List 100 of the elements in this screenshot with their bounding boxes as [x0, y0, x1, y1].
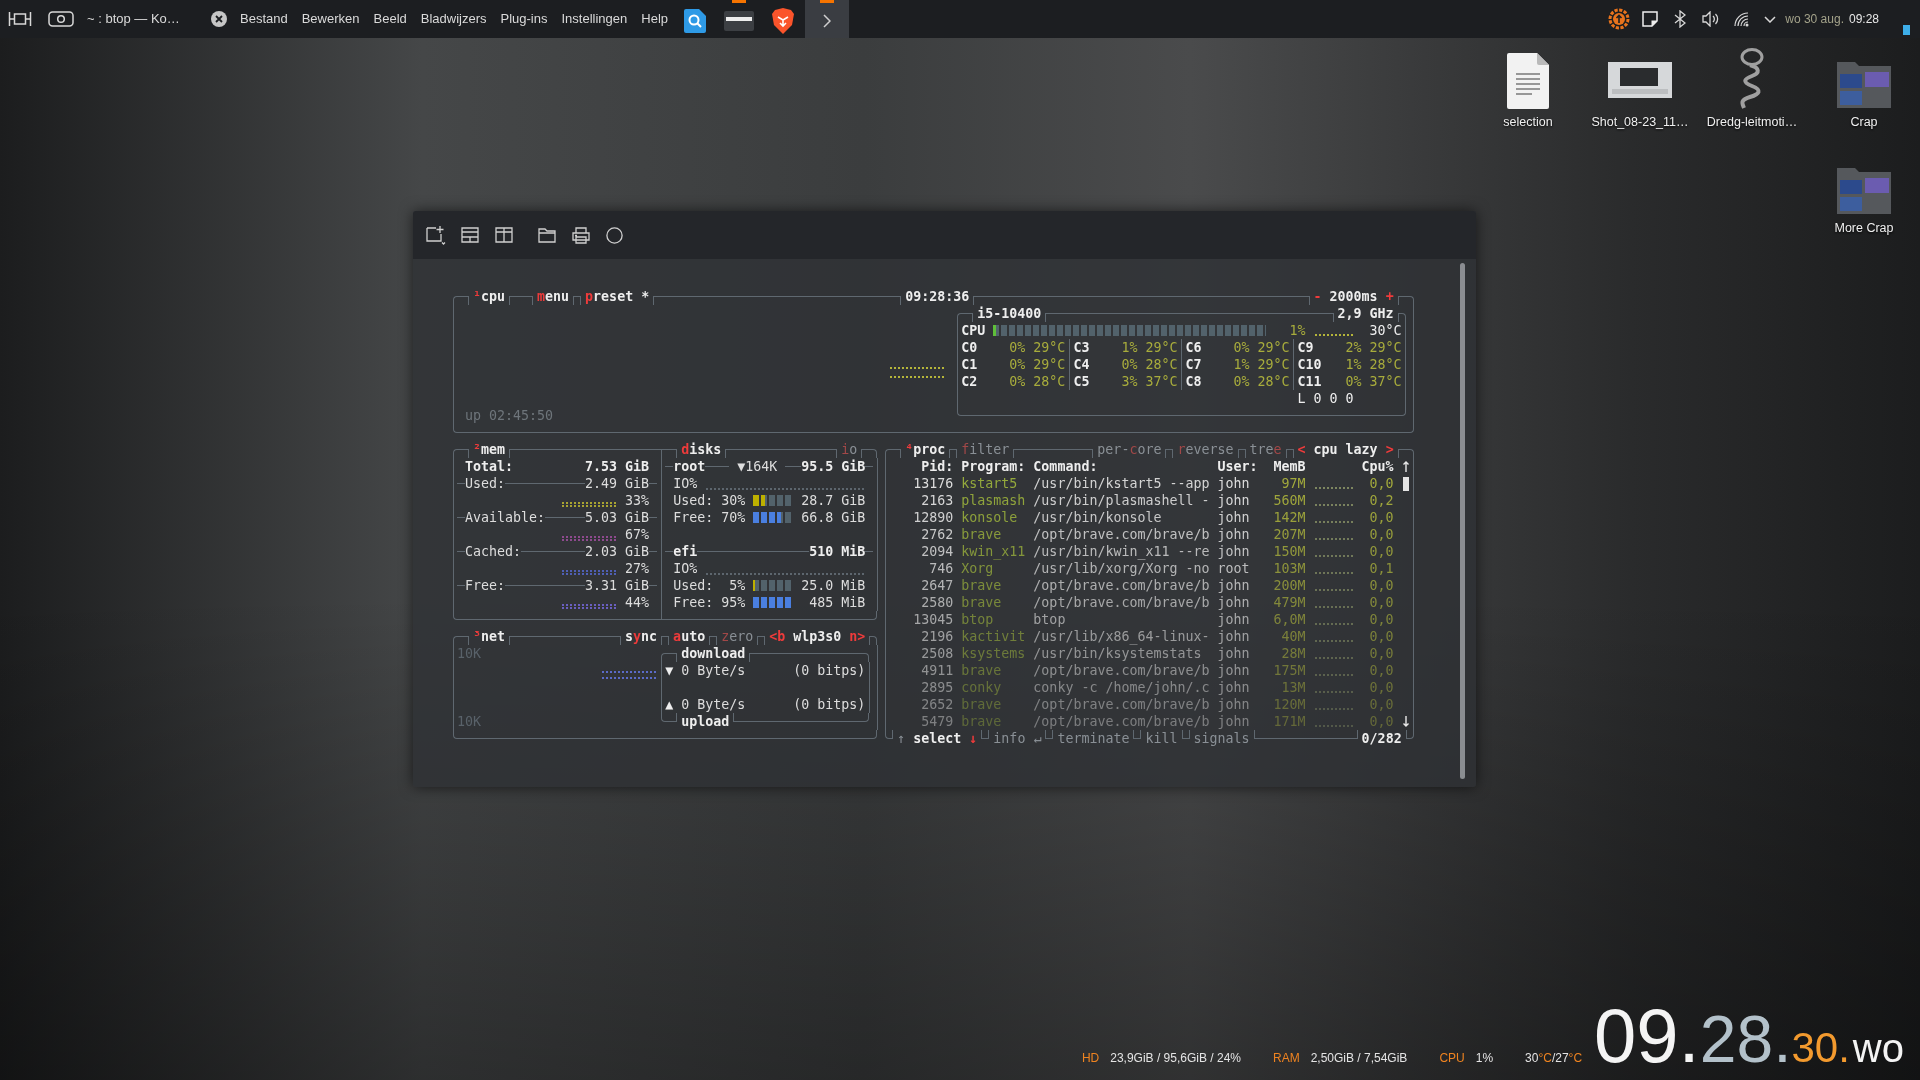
program-cell: conky	[961, 679, 1002, 696]
core-usage: 0%	[1009, 356, 1026, 373]
core-temperature: 29°C	[1145, 339, 1178, 356]
pid-cell: 2895	[921, 679, 954, 696]
menu-item[interactable]: Bestand	[240, 9, 288, 29]
option-button[interactable]: < cpu lazy >	[1297, 441, 1394, 458]
close-icon[interactable]	[211, 11, 227, 27]
stat-label: RAM	[1273, 1050, 1300, 1067]
memory-cell: 142M	[1273, 509, 1306, 526]
option-button[interactable]: - 2000ms +	[1313, 288, 1394, 305]
box-title: ⁴proc	[905, 441, 946, 458]
cpu-sparkline	[1313, 708, 1354, 710]
disk-stat-label: Used:	[673, 492, 714, 509]
circle-icon[interactable]	[606, 226, 623, 244]
menu-item[interactable]: Instellingen	[561, 9, 628, 29]
split-rows-icon[interactable]	[461, 227, 479, 243]
toggle-option[interactable]: io	[841, 441, 858, 458]
core-temperature: 28°C	[1369, 356, 1402, 373]
scrollbar[interactable]	[1460, 263, 1465, 779]
menu-item[interactable]: Bewerken	[301, 9, 360, 29]
desktop-shortcut[interactable]: More Crap	[1808, 148, 1920, 236]
menu-item[interactable]: Bladwijzers	[420, 9, 487, 29]
cpu-sparkline	[1313, 589, 1354, 591]
io-label: IO%	[673, 560, 698, 577]
option-button[interactable]: <b wlp3s0 n>	[769, 628, 866, 645]
pid-cell: 12890	[913, 509, 954, 526]
disk-percent: 70%	[721, 509, 746, 526]
window-title: ~ : btop — Ko…	[87, 10, 180, 29]
scroll-up-icon[interactable]	[1402, 461, 1409, 472]
rate-text: 0 Byte/s	[681, 696, 746, 713]
desktop-shortcut[interactable]: Dredg-leitmoti…	[1696, 42, 1808, 130]
stat-label: Cached:	[465, 543, 522, 560]
folder-icon[interactable]	[538, 227, 556, 243]
program-cell: btop	[961, 611, 994, 628]
program-cell: kwin_x11	[961, 543, 1026, 560]
toggle-option[interactable]: filter	[961, 441, 1010, 458]
toggle-option[interactable]: per-core	[1097, 441, 1162, 458]
pid-cell: 2580	[921, 594, 954, 611]
drawer-icon	[724, 10, 754, 31]
new-tab-icon[interactable]	[426, 225, 448, 245]
desktop-shortcut[interactable]: selection	[1472, 42, 1584, 130]
scrollbar-thumb[interactable]	[1402, 476, 1409, 491]
menu-item[interactable]: Help	[641, 9, 668, 29]
option-button[interactable]: menu	[537, 288, 570, 305]
section-title: download	[681, 645, 746, 662]
cpu-cell: 0,0	[1369, 662, 1394, 679]
stat-value: 1%	[1475, 1050, 1494, 1067]
toggle-option[interactable]: sync	[625, 628, 658, 645]
note-icon[interactable]	[1642, 11, 1659, 27]
time-text[interactable]: 09:28	[1848, 10, 1879, 28]
menu-item[interactable]: Beeld	[373, 9, 407, 29]
camera-icon[interactable]	[48, 11, 74, 27]
menu-item[interactable]: Plug-ins	[500, 9, 548, 29]
pid-cell: 2762	[921, 526, 954, 543]
wifi-icon[interactable]	[1734, 11, 1750, 27]
user-cell: john	[1217, 645, 1250, 662]
desktop-shortcut[interactable]: Shot_08-23_11…	[1584, 42, 1696, 130]
user-cell: john	[1217, 611, 1250, 628]
cpu-sparkline	[1313, 623, 1354, 625]
toggle-option[interactable]: tree	[1249, 441, 1282, 458]
disk-value: 28.7 GiB	[801, 492, 866, 509]
command-cell: /usr/lib/x86_64-linux-	[1033, 628, 1210, 645]
cpu-sparkline	[1313, 691, 1354, 693]
disk-stat-label: Used:	[673, 577, 714, 594]
program-cell: ksystems	[961, 645, 1026, 662]
disk-name: root	[673, 458, 706, 475]
cpu-graph-sparkline	[889, 367, 946, 378]
caret-icon[interactable]	[1764, 15, 1777, 23]
scroll-down-icon[interactable]	[1402, 716, 1409, 727]
process-count: 0/282	[1361, 730, 1402, 747]
toggle-option[interactable]: reverse	[1177, 441, 1234, 458]
core-usage: 2%	[1345, 339, 1362, 356]
bluetooth-icon[interactable]	[1674, 10, 1687, 28]
memory-cell: 103M	[1273, 560, 1306, 577]
memory-cell: 200M	[1273, 577, 1306, 594]
desktop-shortcut[interactable]: Crap	[1808, 42, 1920, 130]
user-cell: john	[1217, 577, 1250, 594]
cpu-frequency: 2,9 GHz	[1337, 305, 1394, 322]
memory-cell: 150M	[1273, 543, 1306, 560]
volume-icon[interactable]	[1702, 11, 1720, 27]
printer-icon[interactable]	[572, 226, 590, 244]
core-temperature: 28°C	[1145, 356, 1178, 373]
cpu-temperature: 30°C	[1369, 322, 1402, 339]
core-usage: 1%	[1233, 356, 1250, 373]
cpu-sparkline	[1313, 572, 1354, 574]
command-cell: /opt/brave.com/brave/b	[1033, 577, 1210, 594]
cpu-sparkline	[1313, 725, 1354, 727]
split-columns-icon[interactable]	[495, 227, 513, 243]
option-button[interactable]: preset *	[585, 288, 650, 305]
core-usage: 0%	[1345, 373, 1362, 390]
pid-cell: 746	[929, 560, 954, 577]
core-label: C9	[1297, 339, 1314, 356]
date-text[interactable]: wo 30 aug.	[1785, 10, 1844, 28]
toggle-option[interactable]: auto	[673, 628, 706, 645]
memory-cell: 40M	[1281, 628, 1306, 645]
box-title: ¹cpu	[473, 288, 506, 305]
memory-cell: 120M	[1273, 696, 1306, 713]
toggle-option[interactable]: zero	[721, 628, 754, 645]
window-icon[interactable]	[8, 9, 32, 29]
pid-cell: 2094	[921, 543, 954, 560]
